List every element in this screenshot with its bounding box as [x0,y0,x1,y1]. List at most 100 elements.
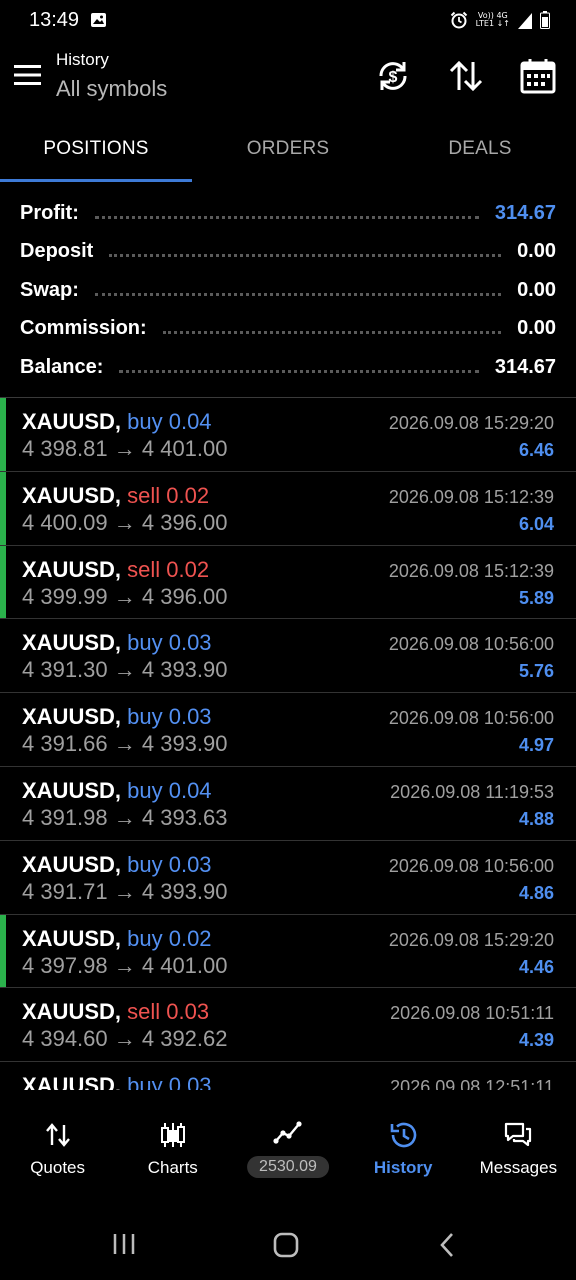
marker-bar [0,545,6,619]
deal-row[interactable]: XAUUSD, buy 0.04 4 398.81 → 4 401.00 202… [0,398,576,472]
deal-symbol: XAUUSD, [22,925,122,951]
deal-prices: 4 400.09 → 4 396.00 [22,509,228,535]
deal-profit: 4.86 [518,882,554,903]
deal-side: buy 0.03 [127,630,212,656]
dotted-leader [94,292,502,296]
nav-quotes[interactable]: Quotes [0,1090,115,1190]
signal-icon [518,13,532,29]
sort-icon[interactable] [446,56,486,96]
summary-value: 314.67 [494,201,556,224]
deal-profit: 4.39 [518,1030,554,1051]
summary-value: 0.00 [517,240,556,263]
deal-row[interactable]: XAUUSD, buy 0.03 4 391.30 → 4 393.90 202… [0,619,576,694]
summary-label: Commission: [20,317,147,340]
deal-time: 2026.09.08 12:51:11 [390,1077,554,1090]
deal-symbol: XAUUSD, [22,777,122,803]
deal-time: 2026.09.08 15:12:39 [388,560,554,581]
bottom-nav: Quotes Charts 2530.09 History Messages [0,1090,576,1190]
deal-prices: 4 398.81 → 4 401.00 [22,436,228,461]
dotted-leader [162,331,502,335]
summary-row-balance: Balance: 314.67 [20,348,556,387]
history-icon [390,1122,417,1148]
status-right: Vo)) 4G LTE1 ↓↑ [450,11,550,29]
deal-profit: 4.88 [518,808,554,829]
tab-positions[interactable]: POSITIONS [0,122,192,182]
deal-time: 2026.09.08 10:56:00 [388,855,554,876]
deal-profit: 4.97 [518,735,554,756]
summary-value: 314.67 [494,355,556,378]
deal-prices: 4 397.98 → 4 401.00 [22,952,228,978]
deal-row[interactable]: XAUUSD, sell 0.02 4 400.09 → 4 396.00 20… [0,471,576,546]
tab-deals[interactable]: DEALS [384,122,576,182]
deal-prices: 4 399.99 → 4 396.00 [22,583,228,609]
deal-row[interactable]: XAUUSD, buy 0.03 2026.09.08 12:51:11 [0,1062,576,1090]
deal-symbol: XAUUSD, [22,999,122,1025]
calendar-icon[interactable] [518,56,558,96]
status-time: 13:49 [29,9,80,31]
deal-prices: 4 391.30 → 4 393.90 [22,657,228,683]
menu-icon[interactable] [14,64,42,86]
summary-row-deposit: Deposit 0.00 [20,233,556,272]
deal-prices: 4 391.71 → 4 393.90 [22,878,228,904]
deal-side: sell 0.02 [127,482,210,508]
deal-side: buy 0.03 [127,704,212,730]
deal-row[interactable]: XAUUSD, buy 0.03 4 391.71 → 4 393.90 202… [0,841,576,915]
marker-bar [0,471,6,545]
deal-profit: 4.46 [518,956,554,977]
recent-apps-icon[interactable] [112,1233,136,1255]
dotted-leader [119,369,479,373]
nav-history[interactable]: History [346,1090,461,1190]
deal-time: 2026.09.08 15:29:20 [388,929,554,950]
deal-prices: 4 391.98 → 4 393.63 [22,804,228,830]
nav-label: Quotes [30,1158,85,1177]
dotted-leader [94,215,479,219]
tab-orders[interactable]: ORDERS [192,122,384,182]
header-subtitle: History [56,50,109,69]
summary-label: Swap: [20,278,79,301]
deal-row[interactable]: XAUUSD, sell 0.03 4 394.60 → 4 392.62 20… [0,988,576,1063]
deal-side: buy 0.02 [127,925,212,951]
nav-charts[interactable]: Charts [115,1090,230,1190]
deal-side: buy 0.03 [127,1073,212,1090]
nav-label: History [373,1158,433,1177]
deal-profit: 5.76 [518,661,554,682]
summary-panel: Profit: 314.67 Deposit 0.00 Swap: 0.00 C… [20,194,556,387]
nav-trade[interactable]: 2530.09 [230,1090,345,1190]
home-icon[interactable] [272,1232,300,1258]
nav-label: Charts [147,1158,198,1177]
deal-time: 2026.09.08 15:12:39 [388,486,554,507]
summary-label: Profit: [20,201,79,224]
deal-prices: 4 391.66 → 4 393.90 [22,731,228,757]
deal-prices: 4 394.60 → 4 392.62 [22,1026,228,1052]
summary-value: 0.00 [517,278,556,301]
image-notification-icon [91,13,106,27]
svg-text:$: $ [389,69,398,86]
deal-side: buy 0.04 [127,777,212,803]
deal-symbol: XAUUSD, [22,482,122,508]
currency-sync-icon[interactable]: $ [373,56,413,96]
deal-side: buy 0.04 [127,409,212,434]
deal-row[interactable]: XAUUSD, sell 0.02 4 399.99 → 4 396.00 20… [0,545,576,620]
balance-pill: 2530.09 [247,1156,329,1178]
header-title[interactable]: All symbols [56,76,167,102]
deal-row[interactable]: XAUUSD, buy 0.02 4 397.98 → 4 401.00 202… [0,914,576,989]
deal-symbol: XAUUSD, [22,1073,122,1090]
deal-side: sell 0.02 [127,556,210,582]
nav-label: Messages [479,1158,558,1177]
trade-icon [273,1121,302,1144]
summary-label: Balance: [20,355,104,378]
nav-messages[interactable]: Messages [461,1090,576,1190]
summary-row-swap: Swap: 0.00 [20,271,556,310]
deal-row[interactable]: XAUUSD, buy 0.03 4 391.66 → 4 393.90 202… [0,693,576,767]
deal-side: sell 0.03 [127,999,210,1025]
app-header: History All symbols $ [0,42,576,116]
deal-row[interactable]: XAUUSD, buy 0.04 4 391.98 → 4 393.63 202… [0,767,576,841]
network-indicator: Vo)) 4G LTE1 ↓↑ [476,12,510,28]
messages-icon [505,1122,532,1147]
deal-symbol: XAUUSD, [22,704,122,730]
deal-symbol: XAUUSD, [22,556,122,582]
deal-time: 2026.09.08 10:56:00 [388,634,554,655]
tab-bar: POSITIONS ORDERS DEALS [0,122,576,182]
deal-symbol: XAUUSD, [22,630,122,656]
back-icon[interactable] [438,1232,456,1258]
